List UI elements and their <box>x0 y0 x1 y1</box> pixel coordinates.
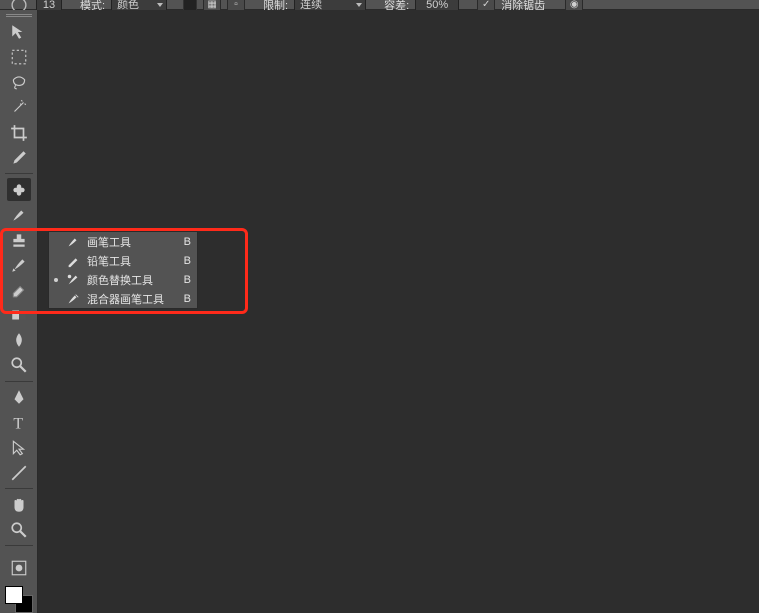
flyout-label: 混合器画笔工具 <box>87 291 178 307</box>
svg-text:T: T <box>13 415 23 431</box>
mixer-brush-icon <box>65 291 81 307</box>
tool-quickmask[interactable] <box>7 556 31 579</box>
tool-stamp[interactable] <box>7 228 31 251</box>
tool-eyedropper[interactable] <box>7 146 31 169</box>
flyout-label: 铅笔工具 <box>87 253 178 269</box>
tool-healing[interactable] <box>7 178 31 201</box>
tool-pen[interactable] <box>7 386 31 409</box>
tool-hand[interactable] <box>7 493 31 516</box>
active-dot <box>53 278 59 282</box>
tool-lasso[interactable] <box>7 71 31 94</box>
flyout-item-mixer-brush[interactable]: 混合器画笔工具 B <box>49 289 197 308</box>
brush-icon <box>65 234 81 250</box>
tool-dodge[interactable] <box>7 354 31 377</box>
toolbox-divider <box>5 545 33 546</box>
flyout-shortcut: B <box>184 255 191 267</box>
tool-brush[interactable] <box>7 203 31 226</box>
tool-eraser[interactable] <box>7 279 31 302</box>
options-bar: 13 模式: 颜色 ▦ ▫ 限制: 连续 容差: 50% ✓ 消除锯齿 ◉ <box>0 0 759 10</box>
flyout-shortcut: B <box>184 293 191 305</box>
toolbox-divider <box>5 381 33 382</box>
flyout-shortcut: B <box>184 236 191 248</box>
tool-line[interactable] <box>7 461 31 484</box>
tool-blur[interactable] <box>7 329 31 352</box>
flyout-label: 画笔工具 <box>87 234 178 250</box>
tool-crop[interactable] <box>7 121 31 144</box>
toolbox: T <box>0 10 38 613</box>
tool-marquee[interactable] <box>7 46 31 69</box>
canvas-area[interactable] <box>38 10 759 613</box>
tool-gradient[interactable] <box>7 304 31 327</box>
flyout-item-pencil[interactable]: 铅笔工具 B <box>49 251 197 270</box>
tool-wand[interactable] <box>7 96 31 119</box>
flyout-item-color-replace[interactable]: 颜色替换工具 B <box>49 270 197 289</box>
brush-flyout-menu: 画笔工具 B 铅笔工具 B 颜色替换工具 B 混合器画笔工具 B <box>48 231 198 309</box>
tool-move[interactable] <box>7 21 31 44</box>
pencil-icon <box>65 253 81 269</box>
color-replace-icon <box>65 272 81 288</box>
tool-type[interactable]: T <box>7 411 31 434</box>
flyout-item-brush[interactable]: 画笔工具 B <box>49 232 197 251</box>
tool-history[interactable] <box>7 253 31 276</box>
toolbox-divider <box>5 488 33 489</box>
tool-preset-icon[interactable] <box>8 1 30 9</box>
toolbox-grip[interactable] <box>0 10 37 20</box>
color-swatches[interactable] <box>5 586 33 613</box>
toolbox-divider <box>5 173 33 174</box>
tool-path-select[interactable] <box>7 436 31 459</box>
flyout-label: 颜色替换工具 <box>87 272 178 288</box>
flyout-shortcut: B <box>184 274 191 286</box>
fg-color-swatch[interactable] <box>5 586 23 604</box>
tool-zoom[interactable] <box>7 518 31 541</box>
